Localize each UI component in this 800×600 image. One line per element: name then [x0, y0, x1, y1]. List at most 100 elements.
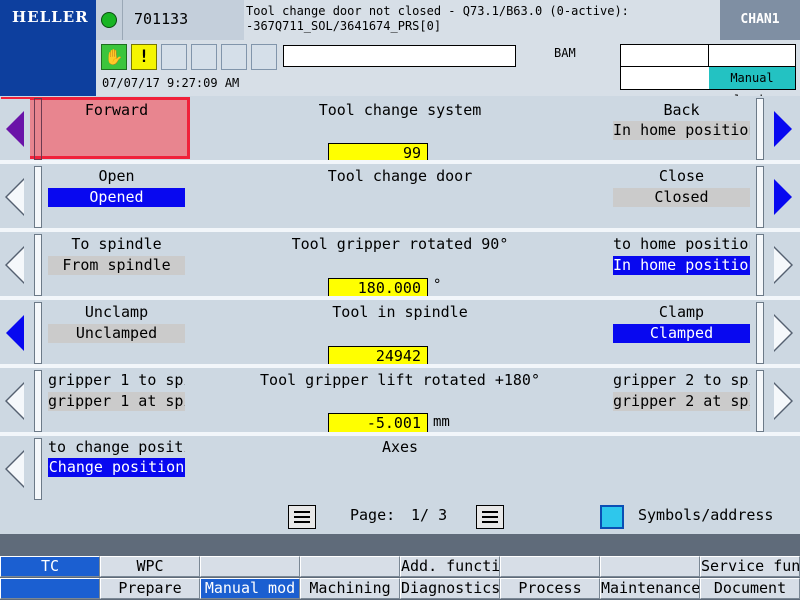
softkey-empty-4[interactable] — [300, 556, 400, 577]
right-status: gripper 2 at spindle — [613, 392, 750, 411]
left-action-label: Open — [98, 167, 135, 185]
symbols-toggle-icon[interactable] — [600, 505, 624, 529]
right-bar — [756, 98, 764, 160]
right-bar — [756, 166, 764, 228]
status-slot-1 — [161, 44, 187, 70]
right-status: Clamped — [613, 324, 750, 343]
horizontal-softkey-bar: TC WPC Add. function Service funct Prepa… — [0, 534, 800, 600]
right-status: In home position — [613, 256, 750, 275]
center-title: Tool gripper rotated 90° — [291, 235, 509, 253]
command-field — [283, 45, 516, 67]
left-action-label: gripper 1 to spindle — [48, 371, 185, 389]
value-unit: mm — [433, 414, 450, 430]
arrow-left-outline-fill — [7, 452, 24, 486]
arrow-left-icon — [6, 111, 24, 147]
arrow-right-icon — [774, 111, 792, 147]
mode-label: BAM — [554, 46, 576, 60]
right-softbutton[interactable] — [770, 167, 800, 227]
row-tool-gripper-rotated: To spindle From spindle Tool gripper rot… — [0, 232, 800, 300]
softkey-tc[interactable]: TC — [0, 556, 100, 577]
softkey-empty-bottom-1[interactable] — [0, 578, 100, 599]
alarm-message[interactable]: Tool change door not closed - Q73.1/B63.… — [246, 4, 716, 34]
status-slot-2 — [191, 44, 217, 70]
page-up-icon[interactable] — [288, 505, 316, 529]
softkey-wpc[interactable]: WPC — [100, 556, 200, 577]
softkey-process[interactable]: Process — [500, 578, 600, 599]
softkey-service-function[interactable]: Service funct — [700, 556, 800, 577]
left-action-label: Unclamp — [84, 303, 149, 321]
left-softbutton[interactable] — [0, 439, 30, 499]
left-action-label: To spindle — [71, 235, 162, 253]
left-status: From spindle — [48, 256, 185, 275]
right-softbutton[interactable] — [770, 303, 800, 363]
status-grid-divider — [708, 44, 709, 66]
softkey-add-function[interactable]: Add. function — [400, 556, 500, 577]
left-softbutton[interactable] — [0, 99, 30, 159]
alarm-line-2: -367Q711_SOL/3641674_PRS[0] — [246, 19, 442, 33]
softkey-empty-3[interactable] — [200, 556, 300, 577]
softkey-prepare[interactable]: Prepare — [100, 578, 200, 599]
softkey-machining[interactable]: Machining — [300, 578, 400, 599]
status-slot-4 — [251, 44, 277, 70]
left-status: gripper 1 at spindle — [48, 392, 185, 411]
arrow-right-outline-fill — [774, 384, 791, 418]
header-bar: HELLER 701133 Tool change door not close… — [0, 0, 800, 107]
right-bar — [756, 370, 764, 432]
status-led-icon — [101, 12, 117, 28]
left-softbutton[interactable] — [0, 235, 30, 295]
softkey-maintenance[interactable]: Maintenance — [600, 578, 700, 599]
right-softbutton[interactable] — [770, 371, 800, 431]
channel-indicator[interactable]: CHAN1 — [720, 0, 800, 40]
center-title: Axes — [381, 438, 419, 456]
right-softbutton[interactable] — [770, 99, 800, 159]
left-action-label: Forward — [84, 101, 149, 119]
right-status: In home position — [613, 121, 750, 140]
right-action-label: Close — [658, 167, 705, 185]
alarm-line-1: Tool change door not closed - Q73.1/B63.… — [246, 4, 629, 18]
page-label: Page: — [350, 506, 396, 524]
arrow-right-icon — [774, 179, 792, 215]
status-slot-3 — [221, 44, 247, 70]
datetime: 07/07/17 9:27:09 AM — [102, 76, 240, 90]
symbols-label: Symbols/address — [638, 506, 774, 524]
program-number: 701133 — [134, 10, 189, 28]
right-action-label: Back — [663, 101, 700, 119]
softkey-document[interactable]: Document — [700, 578, 800, 599]
right-softbutton[interactable] — [770, 235, 800, 295]
right-status: Closed — [613, 188, 750, 207]
arrow-left-outline-fill — [7, 384, 24, 418]
warning-icon: ! — [131, 44, 157, 70]
left-bar — [34, 98, 42, 160]
left-bar — [34, 166, 42, 228]
left-softbutton[interactable] — [0, 167, 30, 227]
value-field: 24942 — [328, 346, 428, 366]
row-axes: to change position Change position Axes — [0, 436, 800, 500]
row-tool-gripper-lift: gripper 1 to spindle gripper 1 at spindl… — [0, 368, 800, 436]
row-tool-change-system: Forward Tool change system 99 Back In ho… — [0, 96, 800, 164]
softkey-empty-7[interactable] — [600, 556, 700, 577]
hand-icon: ✋ — [101, 44, 127, 70]
arrow-right-outline-fill — [774, 248, 791, 282]
center-title: Tool change system — [318, 101, 482, 119]
left-action-label: to change position — [48, 438, 185, 456]
left-softbutton[interactable] — [0, 371, 30, 431]
softkey-empty-6[interactable] — [500, 556, 600, 577]
center-title: Tool in spindle — [332, 303, 468, 321]
row-tool-in-spindle: Unclamp Unclamped Tool in spindle 24942 … — [0, 300, 800, 368]
right-action-label: to home position — [613, 235, 750, 253]
left-bar — [34, 234, 42, 296]
right-action-label: Clamp — [658, 303, 705, 321]
center-title: Tool gripper lift rotated +180° — [260, 371, 540, 389]
left-softbutton[interactable] — [0, 303, 30, 363]
page-down-icon[interactable] — [476, 505, 504, 529]
softkey-manual-mode[interactable]: Manual mod — [200, 578, 300, 599]
softkey-diagnostics[interactable]: Diagnostics — [400, 578, 500, 599]
arrow-left-icon — [6, 315, 24, 351]
right-action-label: gripper 2 to spindle — [613, 371, 750, 389]
value-field: -5.001 — [328, 413, 428, 433]
arrow-right-outline-fill — [774, 316, 791, 350]
right-bar — [756, 302, 764, 364]
left-status: Opened — [48, 188, 185, 207]
value-unit: ° — [433, 277, 442, 293]
heller-logo: HELLER — [0, 0, 96, 96]
